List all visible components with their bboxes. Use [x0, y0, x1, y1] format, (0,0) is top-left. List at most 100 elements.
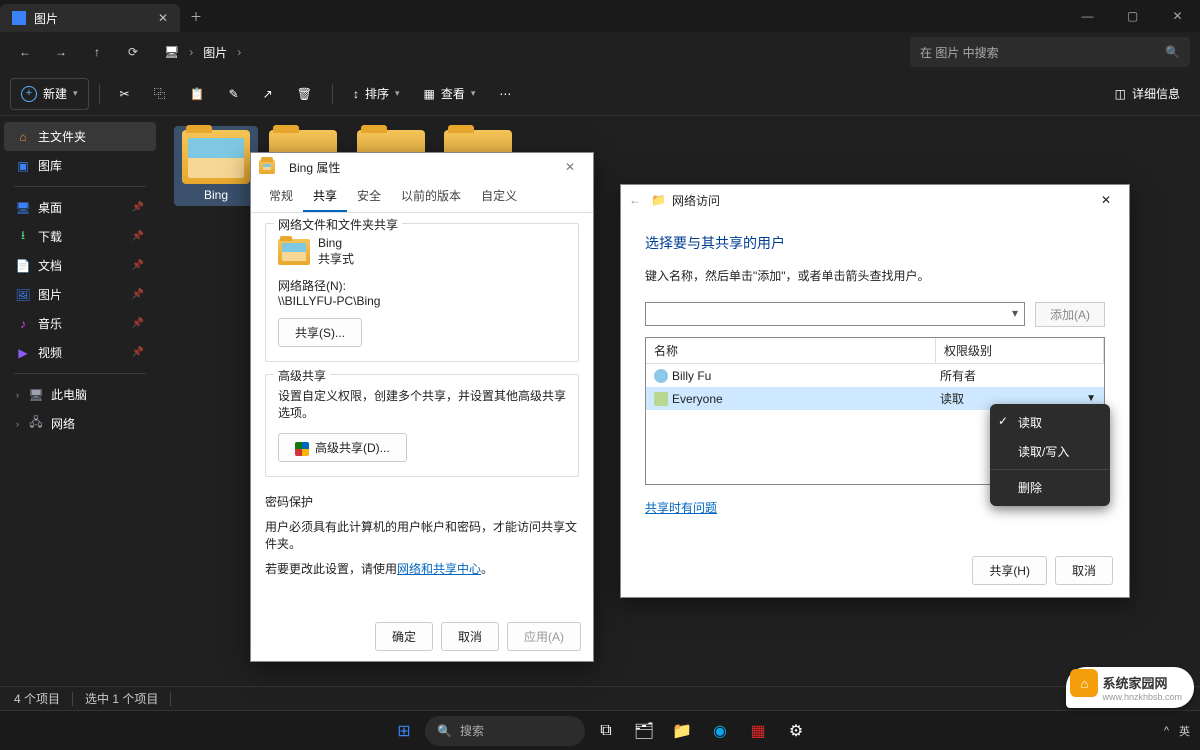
share-name: Bing	[318, 236, 354, 250]
details-pane-button[interactable]: ◫ 详细信息	[1105, 78, 1190, 110]
shield-icon	[295, 442, 309, 456]
path-label: 网络路径(N):	[278, 277, 566, 294]
share-button[interactable]: 共享(H)	[972, 556, 1047, 585]
cut-button[interactable]: ✂	[110, 78, 140, 110]
tab-security[interactable]: 安全	[347, 181, 391, 212]
search-input[interactable]: 在 图片 中搜索 🔍	[910, 37, 1190, 67]
window-titlebar: 图片 ✕ ＋ — ▢ ✕	[0, 0, 1200, 32]
close-icon[interactable]: ✕	[1091, 193, 1121, 207]
more-button[interactable]: ⋯	[489, 78, 521, 110]
forward-button[interactable]: →	[46, 37, 76, 67]
folder-label: Bing	[204, 188, 228, 202]
taskbar-app[interactable]: ▦	[741, 714, 775, 748]
cancel-button[interactable]: 取消	[441, 622, 499, 651]
dialog-titlebar[interactable]: Bing 属性 ✕	[251, 153, 593, 181]
new-button[interactable]: +新建▾	[10, 78, 89, 110]
task-view-button[interactable]: ⧉	[589, 714, 623, 748]
dialog-header[interactable]: ← 📁 网络访问 ✕	[621, 185, 1129, 215]
share-state: 共享式	[318, 250, 354, 267]
close-button[interactable]: ✕	[1155, 0, 1200, 32]
col-name[interactable]: 名称	[646, 338, 936, 363]
user-row[interactable]: Billy Fu 所有者	[646, 364, 1104, 387]
video-icon: ▶	[16, 346, 30, 360]
password-group: 密码保护 用户必须具有此计算机的用户帐户和密码，才能访问共享文件夹。 若要更改此…	[265, 489, 579, 581]
taskbar-app[interactable]: 📁	[665, 714, 699, 748]
advanced-share-button[interactable]: 高级共享(D)...	[278, 433, 407, 462]
pc-icon: 🖥	[29, 388, 43, 402]
trouble-link[interactable]: 共享时有问题	[645, 501, 717, 515]
sidebar-item-downloads[interactable]: ⭳下载📌	[4, 222, 156, 251]
cancel-button[interactable]: 取消	[1055, 556, 1113, 585]
breadcrumb-item[interactable]: 图片	[203, 44, 227, 61]
ok-button[interactable]: 确定	[375, 622, 433, 651]
back-icon[interactable]: ←	[629, 193, 641, 207]
network-center-link[interactable]: 网络和共享中心	[397, 562, 481, 576]
maximize-button[interactable]: ▢	[1110, 0, 1155, 32]
new-tab-button[interactable]: ＋	[180, 0, 212, 32]
tab-custom[interactable]: 自定义	[471, 181, 527, 212]
paste-button[interactable]: 📋	[180, 78, 215, 110]
chevron-down-icon[interactable]: ▼	[1086, 393, 1096, 404]
sidebar-item-desktop[interactable]: 🖥桌面📌	[4, 193, 156, 222]
dialog-footer: 共享(H) 取消	[972, 556, 1113, 585]
properties-dialog: Bing 属性 ✕ 常规 共享 安全 以前的版本 自定义 网络文件和文件夹共享 …	[250, 152, 594, 662]
explorer-tab[interactable]: 图片 ✕	[0, 4, 180, 32]
tab-versions[interactable]: 以前的版本	[391, 181, 471, 212]
pwd-text: 用户必须具有此计算机的用户帐户和密码，才能访问共享文件夹。	[265, 518, 579, 552]
sidebar-item-home[interactable]: ⌂主文件夹	[4, 122, 156, 151]
taskbar-settings[interactable]: ⚙	[779, 714, 813, 748]
taskbar-search[interactable]: 🔍搜索	[425, 716, 585, 746]
system-tray[interactable]: ^ 英	[1164, 723, 1190, 739]
sidebar-item-network[interactable]: ›🖧网络	[4, 409, 156, 438]
tab-sharing[interactable]: 共享	[303, 181, 347, 212]
rename-button[interactable]: ✎	[219, 78, 249, 110]
music-icon: ♪	[16, 317, 30, 331]
add-button[interactable]: 添加(A)	[1035, 302, 1105, 327]
dialog-footer: 确定 取消 应用(A)	[375, 622, 581, 651]
user-input[interactable]	[645, 302, 1025, 326]
back-button[interactable]: ←	[10, 37, 40, 67]
view-button[interactable]: ▦ 查看 ▾	[413, 78, 485, 110]
taskbar-app[interactable]: 🗂	[627, 714, 661, 748]
delete-button[interactable]: 🗑	[287, 78, 322, 110]
up-button[interactable]: ↑	[82, 37, 112, 67]
chevron-up-icon[interactable]: ^	[1164, 725, 1169, 737]
menu-item-readwrite[interactable]: 读取/写入	[990, 437, 1110, 466]
gallery-icon: ▣	[16, 159, 30, 173]
apply-button[interactable]: 应用(A)	[507, 622, 581, 651]
dialog-tabs: 常规 共享 安全 以前的版本 自定义	[251, 181, 593, 213]
col-perm[interactable]: 权限级别	[936, 338, 1104, 363]
sidebar-item-gallery[interactable]: ▣图库	[4, 151, 156, 180]
close-tab-icon[interactable]: ✕	[158, 11, 168, 25]
close-icon[interactable]: ✕	[555, 160, 585, 174]
chevron-right-icon: ›	[16, 419, 19, 429]
sort-button[interactable]: ↕ 排序 ▾	[343, 78, 410, 110]
monitor-icon: 🖥	[164, 45, 179, 59]
taskbar-edge[interactable]: ◉	[703, 714, 737, 748]
sidebar-item-thispc[interactable]: ›🖥此电脑	[4, 380, 156, 409]
sidebar-item-videos[interactable]: ▶视频📌	[4, 338, 156, 367]
breadcrumb[interactable]: 🖥 › 图片 ›	[154, 44, 904, 61]
folder-item[interactable]: Bing	[174, 126, 258, 206]
minimize-button[interactable]: —	[1065, 0, 1110, 32]
folder-icon	[278, 239, 310, 265]
sidebar-item-music[interactable]: ♪音乐📌	[4, 309, 156, 338]
sidebar-item-documents[interactable]: 📄文档📌	[4, 251, 156, 280]
logo-icon: ⌂	[1070, 669, 1098, 697]
ime-indicator[interactable]: 英	[1179, 723, 1190, 739]
folder-icon: 📁	[651, 193, 666, 207]
copy-button[interactable]: ⿻	[144, 78, 176, 110]
item-count: 4 个项目	[14, 690, 60, 707]
desktop-icon: 🖥	[16, 201, 30, 215]
sidebar-item-pictures[interactable]: 🖼图片📌	[4, 280, 156, 309]
adv-desc: 设置自定义权限，创建多个共享，并设置其他高级共享选项。	[278, 387, 566, 421]
refresh-button[interactable]: ⟳	[118, 37, 148, 67]
tab-general[interactable]: 常规	[259, 181, 303, 212]
start-button[interactable]: ⊞	[387, 714, 421, 748]
share-button[interactable]: ↗	[253, 78, 283, 110]
document-icon: 📄	[16, 259, 30, 273]
share-button[interactable]: 共享(S)...	[278, 318, 362, 347]
menu-item-remove[interactable]: 删除	[990, 473, 1110, 502]
pin-icon: 📌	[132, 231, 144, 242]
menu-item-read[interactable]: 读取	[990, 408, 1110, 437]
